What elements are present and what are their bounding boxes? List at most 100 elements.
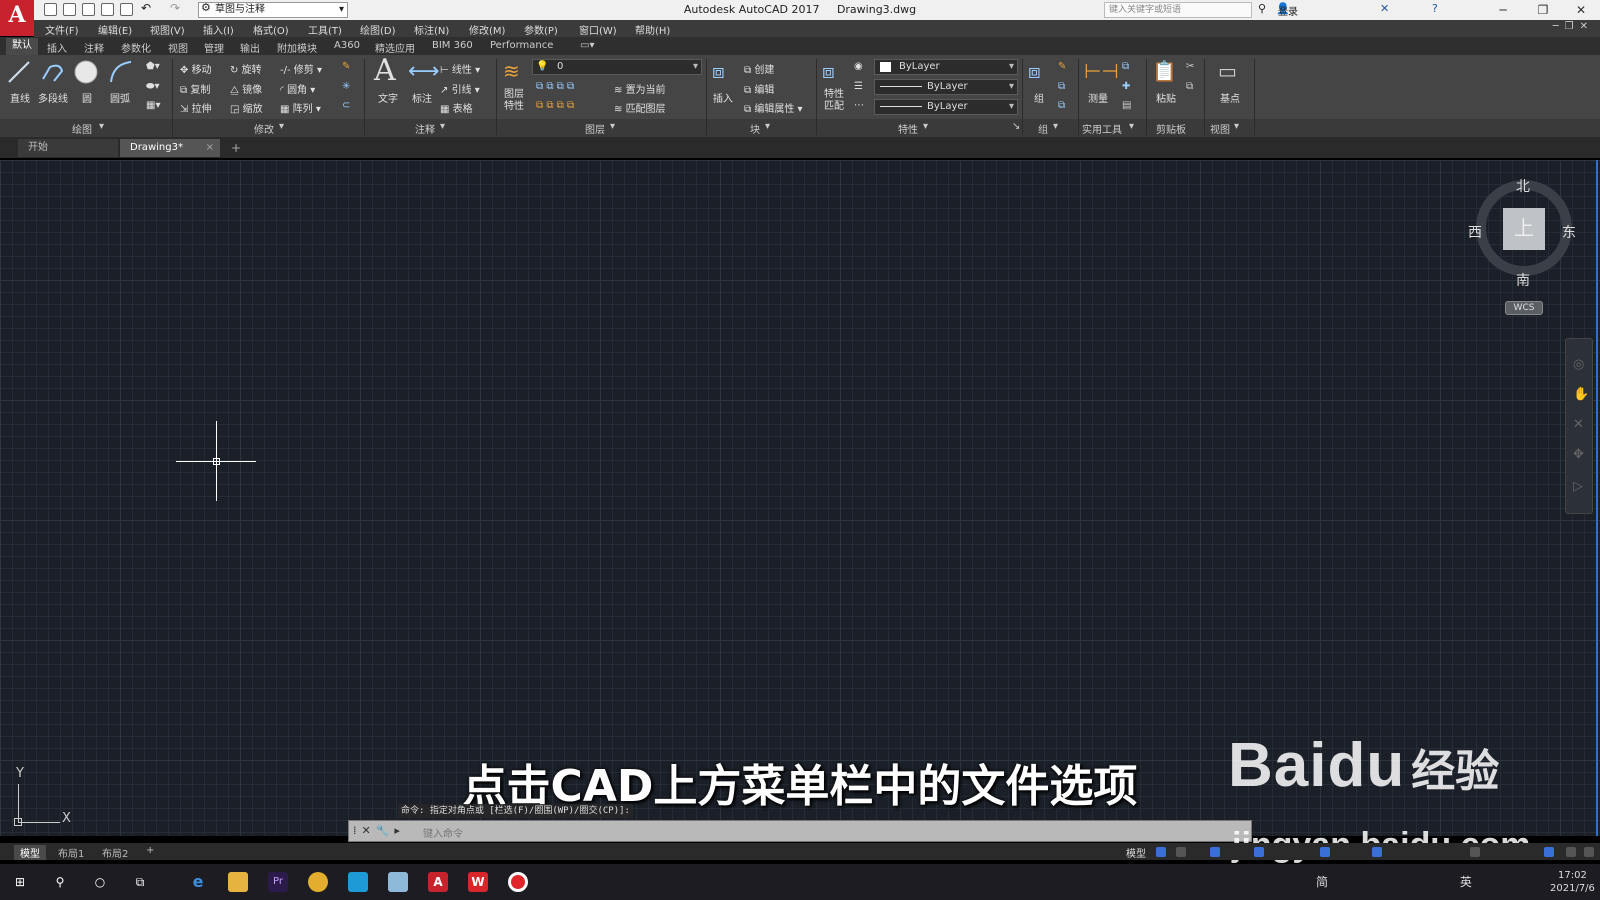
arc-icon[interactable] xyxy=(108,59,134,85)
tab-annotate[interactable]: 注释 xyxy=(84,40,104,55)
table-tool[interactable]: ▦ 表格 xyxy=(440,100,473,115)
dimension-icon[interactable]: ⟷ xyxy=(408,59,440,84)
new-tab-button[interactable]: + xyxy=(231,141,241,155)
quick-select-icon[interactable]: ⧉ xyxy=(1122,61,1129,72)
input-language[interactable]: 英 xyxy=(1460,875,1476,889)
compass-west[interactable]: 西 xyxy=(1468,222,1482,242)
autocad-logo-icon[interactable]: A xyxy=(0,0,34,36)
menu-file[interactable]: 文件(F) xyxy=(45,22,79,37)
tab-start[interactable]: 开始 xyxy=(18,139,118,157)
clipboard-panel-title[interactable]: 剪贴板 xyxy=(1156,121,1186,136)
menu-help[interactable]: 帮助(H) xyxy=(635,22,670,37)
app-icon-blue[interactable] xyxy=(348,872,368,892)
command-input[interactable]: 键入命令 xyxy=(423,825,463,840)
wcs-menu[interactable]: WCS xyxy=(1505,301,1543,315)
tab-drawing[interactable]: Drawing3* × xyxy=(120,139,220,157)
save-as-icon[interactable] xyxy=(101,3,114,16)
layout-tab-2[interactable]: 布局2 xyxy=(102,845,128,860)
layout-tab-model[interactable]: 模型 xyxy=(14,845,46,860)
tab-manage[interactable]: 管理 xyxy=(204,40,224,55)
tab-view[interactable]: 视图 xyxy=(168,40,188,55)
modify-panel-title[interactable]: 修改 xyxy=(254,121,274,136)
tab-a360[interactable]: A360 xyxy=(334,40,360,51)
wps-icon[interactable]: W xyxy=(468,872,488,892)
measure-icon[interactable]: ⊢⊣ xyxy=(1084,59,1119,83)
match-properties-icon[interactable]: ⧈ xyxy=(822,59,835,83)
leader-tool[interactable]: ↗ 引线 ▾ xyxy=(440,81,480,96)
erase-icon[interactable]: ✎ xyxy=(342,61,350,72)
viewcube-top-face[interactable]: 上 xyxy=(1503,208,1545,250)
array-tool[interactable]: ▦ 阵列 ▾ xyxy=(280,100,321,115)
layers-panel-title[interactable]: 图层 xyxy=(585,121,605,136)
group-icon[interactable]: ⧈ xyxy=(1028,59,1041,83)
ortho-icon[interactable] xyxy=(1210,847,1220,857)
cortana-icon[interactable]: ○ xyxy=(90,872,110,892)
isolate-objects-icon[interactable] xyxy=(1544,847,1554,857)
tab-performance[interactable]: Performance xyxy=(490,40,553,51)
compass-east[interactable]: 东 xyxy=(1562,222,1576,242)
panel-launcher-icon[interactable]: ↘ xyxy=(1012,121,1020,132)
chevron-down-icon[interactable]: ▾ xyxy=(279,121,284,132)
polyline-icon[interactable] xyxy=(40,59,66,85)
tab-parametric[interactable]: 参数化 xyxy=(121,40,151,55)
menu-dimension[interactable]: 标注(N) xyxy=(414,22,449,37)
edge-browser-icon[interactable]: e xyxy=(188,872,208,892)
copy-tool[interactable]: ⧉ 复制 xyxy=(180,81,210,96)
app-icon-light[interactable] xyxy=(388,872,408,892)
showmotion-icon[interactable]: ▷ xyxy=(1573,479,1583,494)
measure-tool[interactable]: 测量 xyxy=(1088,90,1108,105)
layer-tools-row1-icon[interactable]: ⧉ ⧉ ⧉ ⧉ xyxy=(536,81,574,92)
polar-icon[interactable] xyxy=(1254,847,1264,857)
create-block-tool[interactable]: ⧉ 创建 xyxy=(744,61,774,76)
color-dropdown[interactable]: ByLayer xyxy=(874,59,1018,75)
command-line-buttons[interactable]: ⁞✕🔧▸ xyxy=(353,824,405,837)
chevron-down-icon[interactable]: ▾ xyxy=(1234,121,1239,132)
linear-tool[interactable]: ⊢ 线性 ▾ xyxy=(440,61,480,76)
menu-view[interactable]: 视图(V) xyxy=(150,22,185,37)
layout-tab-1[interactable]: 布局1 xyxy=(58,845,84,860)
circle-tool[interactable]: 圆 xyxy=(82,90,92,105)
layer-properties-icon[interactable]: ≋ xyxy=(503,59,520,83)
add-layout-button[interactable]: + xyxy=(146,845,154,856)
base-point-tool[interactable]: 基点 xyxy=(1220,90,1240,105)
match-properties-tool[interactable]: 特性 匹配 xyxy=(824,89,844,113)
cut-icon[interactable]: ✂ xyxy=(1186,61,1194,72)
polyline-tool[interactable]: 多段线 xyxy=(38,90,68,105)
stretch-tool[interactable]: ⇲ 拉伸 xyxy=(180,100,212,115)
binoculars-icon[interactable]: ⚲ xyxy=(1258,2,1266,15)
taskbar-clock[interactable]: 17:02 2021/7/6 xyxy=(1550,869,1595,895)
chevron-down-icon[interactable]: ▾ xyxy=(99,121,104,132)
autocad-taskbar-icon[interactable]: A xyxy=(428,872,448,892)
search-input[interactable]: 键入关键字或短语 xyxy=(1104,2,1252,18)
screen-recorder-icon[interactable] xyxy=(508,872,528,892)
annotation-panel-title[interactable]: 注释 xyxy=(415,121,435,136)
layer-tools-row2-icon[interactable]: ⧉ ⧉ ⧉ ⧉ xyxy=(536,100,574,111)
lineweight-dropdown[interactable]: ByLayer xyxy=(874,99,1018,115)
draw-panel-title[interactable]: 绘图 xyxy=(72,121,92,136)
offset-icon[interactable]: ⊂ xyxy=(342,100,350,111)
group-select-icon[interactable]: ⧉ xyxy=(1058,100,1065,111)
menu-draw[interactable]: 绘图(D) xyxy=(360,22,396,37)
calculator-icon[interactable]: ▤ xyxy=(1122,100,1131,111)
customize-menu-icon[interactable] xyxy=(1584,847,1594,857)
grid-icon[interactable] xyxy=(1156,847,1166,857)
menu-edit[interactable]: 编辑(E) xyxy=(98,22,132,37)
tab-bim360[interactable]: BIM 360 xyxy=(432,40,473,51)
steering-wheel-icon[interactable]: ◎ xyxy=(1573,357,1584,372)
menu-modify[interactable]: 修改(M) xyxy=(469,22,505,37)
workspace-icon[interactable] xyxy=(1470,847,1480,857)
compass-north[interactable]: 北 xyxy=(1516,176,1530,196)
scale-tool[interactable]: ◲ 缩放 xyxy=(230,100,263,115)
osnap-icon[interactable] xyxy=(1320,847,1330,857)
copy-clip-icon[interactable]: ⧉ xyxy=(1186,81,1193,92)
line-tool[interactable]: 直线 xyxy=(10,90,30,105)
pan-icon[interactable]: ✋ xyxy=(1573,387,1589,402)
maximize-button[interactable]: ❐ xyxy=(1528,1,1558,19)
chevron-down-icon[interactable]: ▾ xyxy=(1129,121,1134,132)
menu-parametric[interactable]: 参数(P) xyxy=(524,22,558,37)
close-button[interactable]: ✕ xyxy=(1566,1,1596,19)
new-file-icon[interactable] xyxy=(44,3,57,16)
insert-block-tool[interactable]: 插入 xyxy=(713,90,733,105)
windows-start-icon[interactable]: ⊞ xyxy=(10,872,30,892)
trim-tool[interactable]: -/- 修剪 ▾ xyxy=(280,61,322,76)
